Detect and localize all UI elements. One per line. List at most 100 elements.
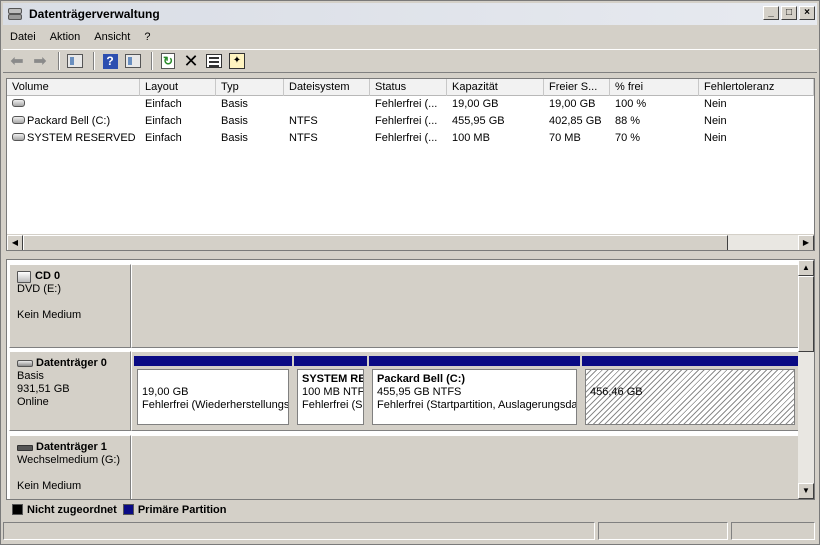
col-volume[interactable]: Volume — [7, 79, 140, 96]
col-prozent-frei[interactable]: % frei — [610, 79, 699, 96]
disk-row-disk1: Datenträger 1 Wechselmedium (G:) Kein Me… — [7, 435, 799, 499]
console-tree-icon — [67, 54, 83, 68]
cell-dateisystem — [284, 96, 370, 113]
volume-icon — [12, 116, 25, 125]
partition-size: 100 MB NTFS — [302, 386, 364, 398]
wizard-icon: ✦ — [229, 53, 245, 69]
disk-media-status: Kein Medium — [17, 309, 82, 321]
col-fehlertoleranz[interactable]: Fehlertoleranz — [699, 79, 814, 96]
delete-icon: ✕ — [183, 51, 199, 71]
disk-label-cd0[interactable]: CD 0 DVD (E:) Kein Medium — [9, 264, 131, 348]
partition-recovery[interactable]: 19,00 GB Fehlerfrei (Wiederherstellungs — [134, 356, 292, 428]
back-button[interactable]: ⬅ — [7, 51, 27, 71]
menu-datei[interactable]: Datei — [3, 31, 43, 43]
maximize-button[interactable]: □ — [781, 6, 797, 20]
horizontal-scrollbar[interactable]: ◀ ▶ — [7, 234, 814, 250]
menu-help[interactable]: ? — [137, 31, 157, 43]
volume-list-header: Volume Layout Typ Dateisystem Status Kap… — [7, 79, 814, 96]
disk-media-status: Kein Medium — [17, 480, 82, 492]
cell-status: Fehlerfrei (... — [375, 115, 438, 127]
primary-partition-swatch — [122, 504, 134, 515]
forward-arrow-icon: ➡ — [33, 53, 47, 70]
disk-size: 931,51 GB — [17, 383, 70, 395]
toolbar-separator — [93, 52, 95, 70]
minimize-button[interactable]: _ — [763, 6, 779, 20]
removable-disk-icon — [17, 444, 33, 451]
show-pane-button[interactable] — [123, 51, 143, 71]
disk-type: Wechselmedium (G:) — [17, 454, 121, 466]
col-layout[interactable]: Layout — [140, 79, 216, 96]
disk-label-disk0[interactable]: Datenträger 0 Basis 931,51 GB Online — [9, 351, 131, 431]
col-status[interactable]: Status — [370, 79, 447, 96]
volume-name: Packard Bell (C:) — [27, 115, 111, 127]
status-panel-1 — [3, 522, 595, 540]
col-typ[interactable]: Typ — [216, 79, 284, 96]
title-bar: Datenträgerverwaltung _ □ × — [3, 3, 817, 25]
wizard-button[interactable]: ✦ — [227, 51, 247, 71]
col-kapazitaet[interactable]: Kapazität — [447, 79, 544, 96]
table-row[interactable]: SYSTEM RESERVED Einfach Basis NTFS Fehle… — [7, 130, 814, 147]
scroll-up-button[interactable]: ▲ — [798, 260, 814, 276]
menu-ansicht[interactable]: Ansicht — [87, 31, 137, 43]
cell-dateisystem: NTFS — [289, 132, 318, 144]
hard-disk-icon — [17, 360, 33, 367]
cell-layout: Einfach — [145, 132, 182, 144]
cell-status: Fehlerfrei (... — [375, 98, 438, 110]
scroll-down-button[interactable]: ▼ — [798, 483, 814, 499]
scroll-left-button[interactable]: ◀ — [7, 235, 23, 250]
cell-status: Fehlerfrei (... — [375, 132, 438, 144]
horizontal-scroll-thumb[interactable] — [23, 235, 728, 250]
cell-typ: Basis — [221, 98, 248, 110]
partition-system-reserved[interactable]: SYSTEM RE 100 MB NTFS Fehlerfrei (S — [294, 356, 367, 428]
cell-freier-speicher: 402,85 GB — [549, 115, 602, 127]
table-row[interactable]: Packard Bell (C:) Einfach Basis NTFS Feh… — [7, 113, 814, 130]
delete-button[interactable]: ✕ — [181, 51, 201, 71]
disk-body-cd0[interactable] — [131, 264, 799, 348]
console-tree-button[interactable] — [65, 51, 85, 71]
disk-body-disk1[interactable] — [131, 435, 799, 499]
cell-typ: Basis — [221, 115, 248, 127]
disk-type: Basis — [17, 370, 44, 382]
disk-type: DVD (E:) — [17, 283, 61, 295]
disk-status: Online — [17, 396, 49, 408]
volume-name: SYSTEM RESERVED — [27, 132, 136, 144]
help-button[interactable]: ? — [100, 51, 120, 71]
disk-name: Datenträger 0 — [36, 357, 107, 369]
cell-prozent-frei: 100 % — [615, 98, 647, 110]
cell-kapazitaet: 100 MB — [452, 132, 490, 144]
vertical-scrollbar[interactable]: ▲ ▼ — [798, 260, 814, 499]
close-button[interactable]: × — [799, 6, 815, 20]
scroll-right-button[interactable]: ▶ — [798, 235, 814, 250]
back-arrow-icon: ⬅ — [10, 53, 24, 70]
properties-icon — [206, 54, 222, 68]
partition-status: Fehlerfrei (S — [302, 399, 363, 411]
partition-packard-bell-c[interactable]: Packard Bell (C:) 455,95 GB NTFS Fehlerf… — [369, 356, 580, 428]
partition-size: 455,95 GB NTFS — [377, 386, 462, 398]
col-freier-speicher[interactable]: Freier S... — [544, 79, 610, 96]
cell-freier-speicher: 70 MB — [549, 132, 581, 144]
table-row[interactable]: Einfach Basis Fehlerfrei (... 19,00 GB 1… — [7, 96, 814, 113]
cell-fehlertoleranz: Nein — [704, 132, 727, 144]
partition-unallocated-hatched[interactable]: 456,46 GB — [582, 356, 798, 428]
disk-management-icon — [7, 6, 23, 22]
disk-label-disk1[interactable]: Datenträger 1 Wechselmedium (G:) Kein Me… — [9, 435, 131, 499]
forward-button[interactable]: ➡ — [30, 51, 50, 71]
properties-button[interactable] — [204, 51, 224, 71]
refresh-button[interactable]: ↻ — [158, 51, 178, 71]
cell-fehlertoleranz: Nein — [704, 98, 727, 110]
status-bar — [3, 522, 817, 542]
toolbar: ⬅ ➡ ? ↻ ✕ ✦ — [3, 49, 817, 73]
partition-bar — [369, 356, 580, 366]
menu-aktion[interactable]: Aktion — [43, 31, 88, 43]
refresh-icon: ↻ — [161, 53, 175, 69]
disk-row-disk0: Datenträger 0 Basis 931,51 GB Online 19,… — [7, 351, 799, 431]
window-title: Datenträgerverwaltung — [29, 7, 160, 21]
col-dateisystem[interactable]: Dateisystem — [284, 79, 370, 96]
partition-name — [590, 373, 790, 386]
disk-body-disk0: 19,00 GB Fehlerfrei (Wiederherstellungs … — [131, 351, 799, 431]
partition-bar — [582, 356, 798, 366]
partition-size: 19,00 GB — [142, 386, 189, 398]
partition-name — [142, 373, 284, 386]
vertical-scroll-thumb[interactable] — [798, 276, 814, 352]
volume-icon — [12, 133, 25, 142]
